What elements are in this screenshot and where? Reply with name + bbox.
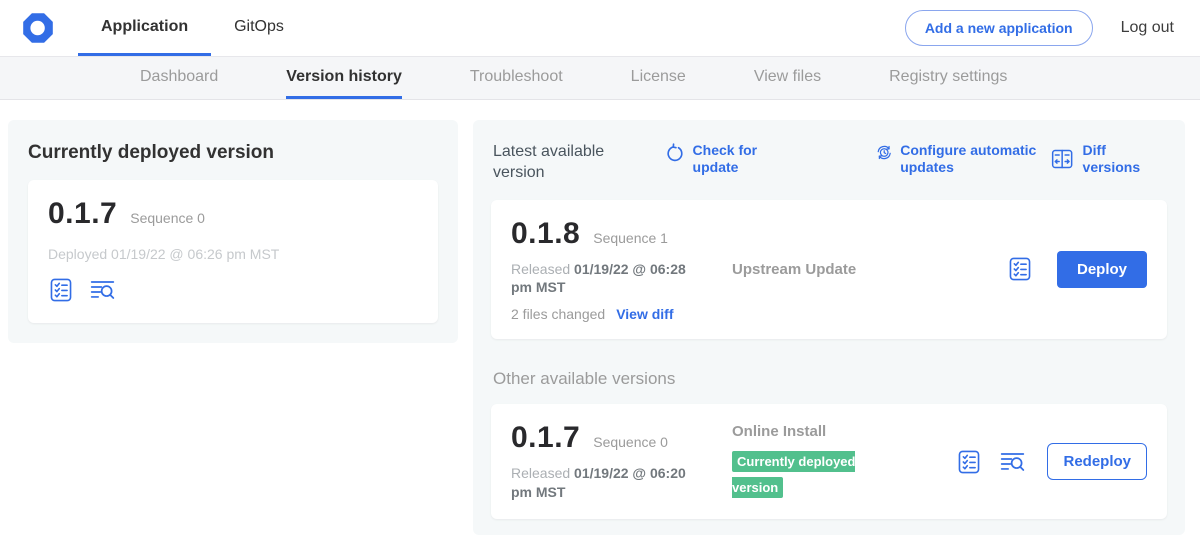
- currently-deployed-badge: Currently deployed version: [732, 451, 855, 498]
- subnav-item-license[interactable]: License: [631, 57, 686, 99]
- diff-versions-icon: [1050, 147, 1074, 171]
- subnav-item-dashboard[interactable]: Dashboard: [140, 57, 218, 99]
- configure-automatic-updates-action[interactable]: Configure automatic updates: [876, 142, 1050, 176]
- released-prefix: Released: [511, 261, 570, 277]
- tab-gitops[interactable]: GitOps: [211, 0, 307, 56]
- app-logo-icon: [20, 10, 56, 46]
- app-subnav: Dashboard Version history Troubleshoot L…: [0, 57, 1200, 100]
- latest-released-line: Released 01/19/22 @ 06:28 pm MST: [511, 260, 705, 298]
- released-prefix: Released: [511, 465, 570, 481]
- view-logs-icon[interactable]: [999, 449, 1026, 475]
- add-new-application-button[interactable]: Add a new application: [905, 10, 1093, 46]
- check-for-update-action[interactable]: Check for update: [665, 142, 804, 176]
- diff-versions-label: Diff versions: [1083, 142, 1165, 176]
- diff-versions-action[interactable]: Diff versions: [1050, 142, 1165, 176]
- topbar-right: Add a new application Log out: [905, 0, 1174, 56]
- subnav-item-registry-settings[interactable]: Registry settings: [889, 57, 1007, 99]
- redeploy-button[interactable]: Redeploy: [1047, 443, 1147, 480]
- latest-source-label: Upstream Update: [732, 261, 1007, 278]
- other-source-label: Online Install: [732, 423, 956, 440]
- currently-deployed-title: Currently deployed version: [28, 142, 438, 164]
- latest-available-panel: Latest available version Check for updat…: [473, 120, 1185, 535]
- check-for-update-label: Check for update: [693, 142, 804, 176]
- view-logs-icon[interactable]: [89, 277, 116, 303]
- tab-application[interactable]: Application: [78, 0, 211, 56]
- latest-available-title: Latest available version: [493, 142, 641, 184]
- top-tabs: Application GitOps: [78, 0, 307, 56]
- deployed-date-label: Deployed 01/19/22 @ 06:26 pm MST: [48, 246, 418, 262]
- topbar: Application GitOps Add a new application…: [0, 0, 1200, 57]
- other-version-card: 0.1.7 Sequence 0 Released 01/19/22 @ 06:…: [491, 404, 1167, 519]
- latest-panel-header: Latest available version Check for updat…: [491, 142, 1167, 184]
- refresh-icon: [665, 142, 684, 163]
- auto-update-clock-icon: [876, 142, 892, 163]
- subnav-item-view-files[interactable]: View files: [754, 57, 821, 99]
- files-changed-label: 2 files changed: [511, 306, 605, 322]
- subnav-item-version-history[interactable]: Version history: [286, 57, 402, 99]
- latest-version-number: 0.1.8: [511, 217, 580, 251]
- view-diff-link[interactable]: View diff: [616, 306, 673, 322]
- deployed-version-card: 0.1.7 Sequence 0 Deployed 01/19/22 @ 06:…: [28, 180, 438, 323]
- currently-deployed-panel: Currently deployed version 0.1.7 Sequenc…: [8, 120, 458, 343]
- preflight-checklist-icon[interactable]: [48, 277, 74, 303]
- deployed-version-number: 0.1.7: [48, 197, 117, 231]
- preflight-checklist-icon[interactable]: [956, 449, 982, 475]
- other-version-number: 0.1.7: [511, 421, 580, 455]
- preflight-checklist-icon[interactable]: [1007, 256, 1033, 282]
- currently-deployed-badge-wrap: Currently deployed version: [732, 449, 874, 500]
- other-sequence-label: Sequence 0: [593, 434, 668, 450]
- other-released-line: Released 01/19/22 @ 06:20 pm MST: [511, 464, 705, 502]
- logout-link[interactable]: Log out: [1121, 19, 1174, 37]
- subnav-item-troubleshoot[interactable]: Troubleshoot: [470, 57, 563, 99]
- deployed-sequence-label: Sequence 0: [130, 210, 205, 226]
- configure-automatic-updates-label: Configure automatic updates: [900, 142, 1050, 176]
- main-content: Currently deployed version 0.1.7 Sequenc…: [0, 100, 1200, 535]
- app-logo: [20, 0, 56, 56]
- deploy-button[interactable]: Deploy: [1057, 251, 1147, 288]
- latest-sequence-label: Sequence 1: [593, 230, 668, 246]
- latest-version-card: 0.1.8 Sequence 1 Released 01/19/22 @ 06:…: [491, 200, 1167, 340]
- other-available-versions-heading: Other available versions: [491, 369, 1167, 389]
